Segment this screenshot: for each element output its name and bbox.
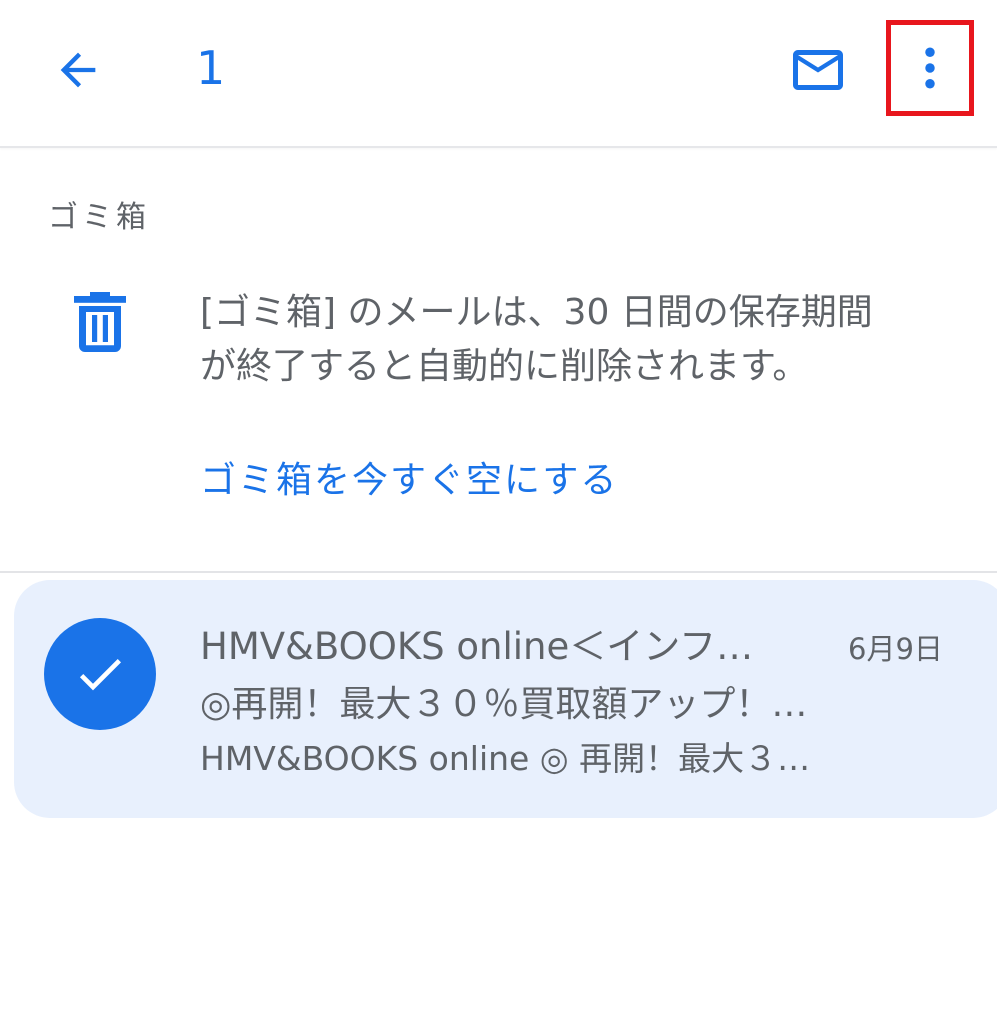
empty-trash-link[interactable]: ゴミ箱を今すぐ空にする [200,454,618,508]
selected-avatar[interactable] [44,618,156,730]
arrow-back-icon [60,52,96,88]
selected-count: 1 [196,41,226,95]
selection-app-bar: 1 [0,0,997,148]
trash-info-line-2: が終了すると自動的に削除されます。 [200,346,809,387]
email-subject: ◎再開！最大３０％買取額アップ！… [200,684,808,725]
gmail-trash-screen: 1 ゴミ箱 [ゴミ箱] のメールは、30 日間の保存期間 が終了すると自動的に削… [0,0,997,1024]
email-snippet: HMV&BOOKS online ◎ 再開！最大３… [200,739,811,778]
trash-info-line-1: [ゴミ箱] のメールは、30 日間の保存期間 [200,292,873,333]
more-options-button[interactable] [886,20,974,116]
more-vert-icon [925,47,935,89]
email-list-item[interactable]: HMV&BOOKS online＜インフ… 6月9日 ◎再開！最大３０％買取額ア… [14,580,997,818]
folder-label: ゴミ箱 [48,200,150,235]
mail-icon [793,50,843,90]
back-button[interactable] [36,28,120,112]
divider [0,571,997,573]
trash-icon [74,292,126,352]
trash-info-text: [ゴミ箱] のメールは、30 日間の保存期間 が終了すると自動的に削除されます。 [200,286,940,394]
check-icon [79,659,121,691]
email-date: 6月9日 [848,632,943,666]
mark-unread-button[interactable] [776,28,860,112]
email-sender: HMV&BOOKS online＜インフ… [200,625,754,668]
